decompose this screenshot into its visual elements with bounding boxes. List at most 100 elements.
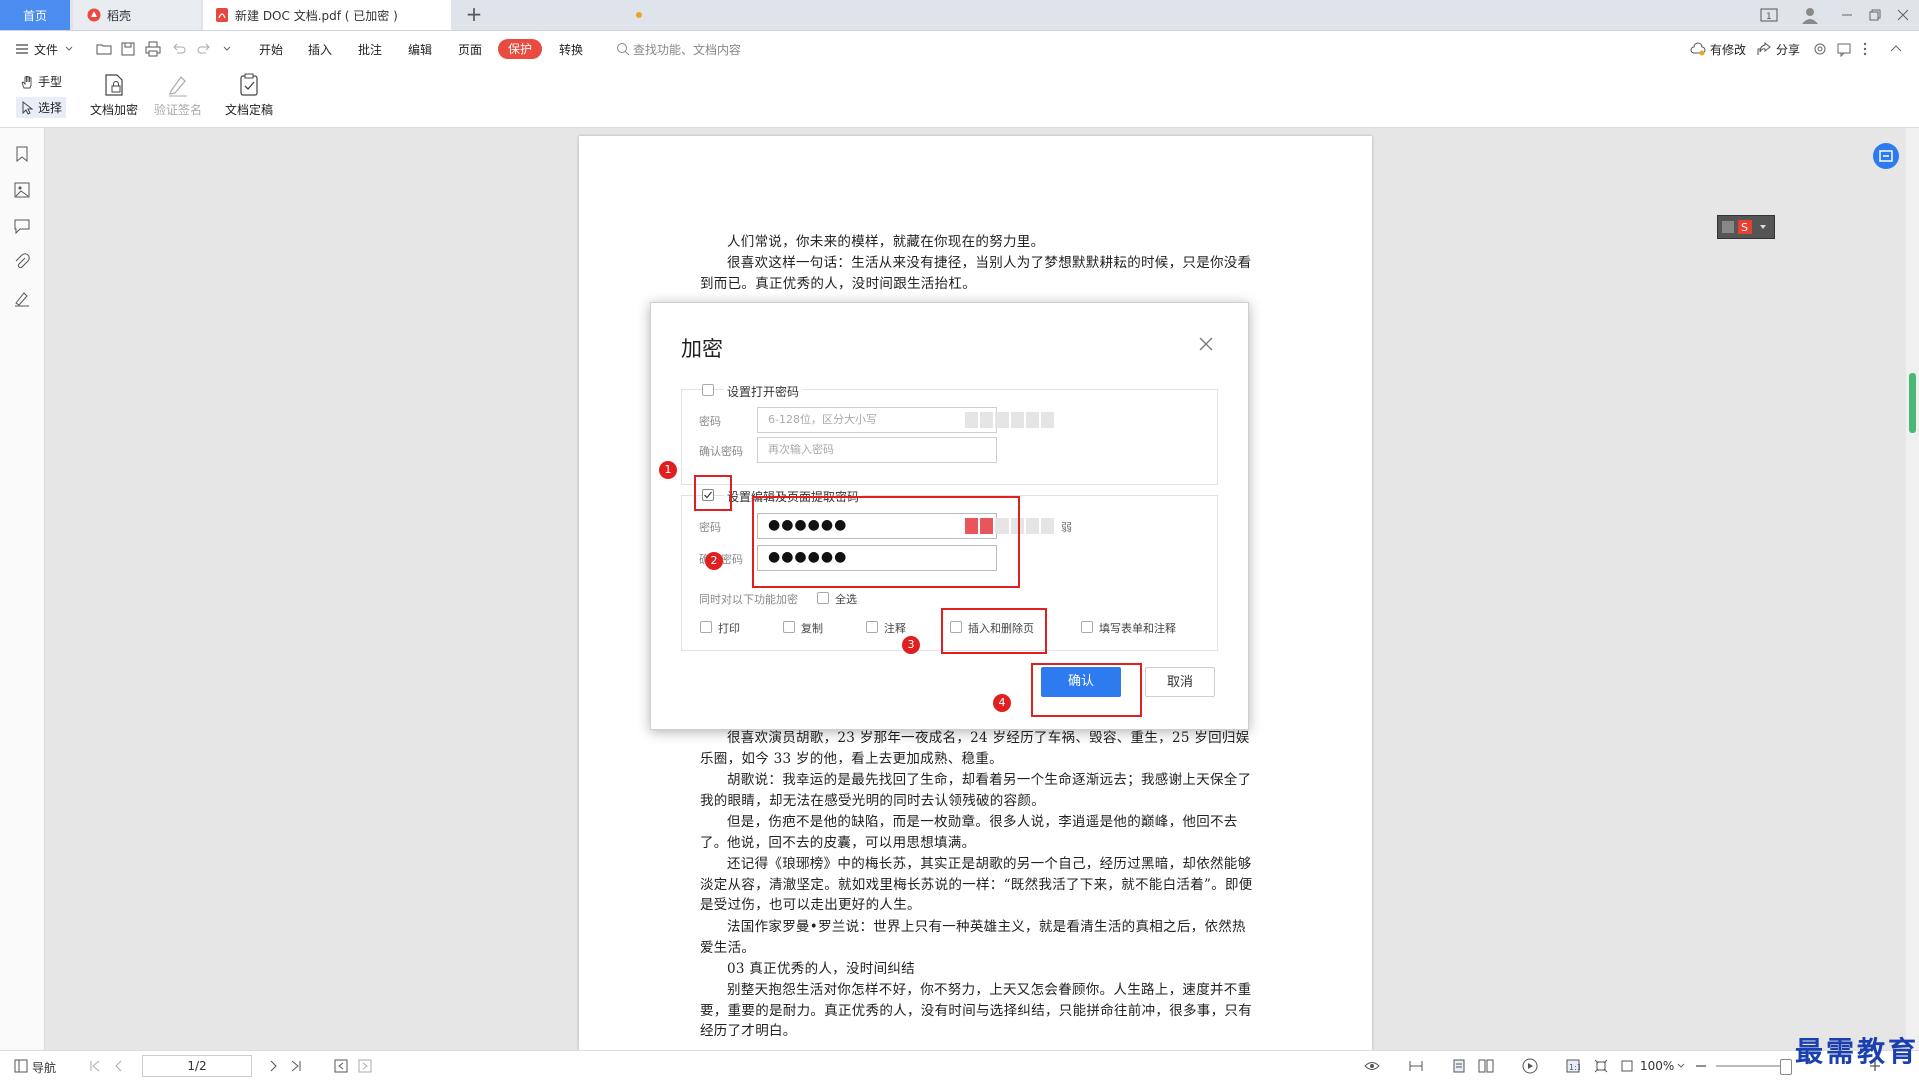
settings-icon[interactable] [1812,41,1828,57]
document-paragraph: 很喜欢演员胡歌，23 岁那年一夜成名，24 岁经历了车祸、毁容、重生，25 岁回… [700,730,1250,767]
menu-protect[interactable]: 保护 [498,39,542,59]
cloud-sync-icon[interactable] [1690,41,1706,57]
select-tool-button[interactable]: 选择 [16,97,67,118]
finalize-document-button[interactable]: 文档定稿 [225,73,273,118]
modified-status[interactable]: 有修改 [1710,41,1746,58]
open-folder-icon[interactable] [96,41,112,57]
open-confirm-input[interactable]: 再次输入密码 [757,437,997,463]
menu-file[interactable]: 文件 [34,41,58,58]
redo-icon[interactable] [196,41,212,57]
zoom-dropdown-icon[interactable] [1676,1060,1686,1072]
select-all-checkbox[interactable] [817,592,829,604]
annotation-badge-1: 1 [659,461,677,479]
forward-view-icon[interactable] [358,1059,372,1073]
collapse-ribbon-icon[interactable] [1888,41,1904,57]
document-lock-icon [105,74,123,96]
nav-panel-icon[interactable] [14,1059,28,1073]
zoom-fit-icon[interactable] [1620,1059,1634,1073]
open-confirm-field-label: 确认密码 [699,445,743,458]
page-number-input[interactable]: 1/2 [142,1055,252,1077]
hamburger-icon[interactable] [14,41,30,57]
menu-comment[interactable]: 批注 [358,41,382,58]
annotation-box-2 [752,496,1020,588]
open-password-strength-meter [965,412,1055,428]
menu-start[interactable]: 开始 [259,41,283,58]
share-button[interactable]: 分享 [1776,41,1800,58]
menu-insert[interactable]: 插入 [308,41,332,58]
new-tab-button[interactable]: + [462,3,486,27]
open-password-checkbox[interactable] [702,384,714,396]
input-method-toolbar[interactable]: S [1717,215,1775,239]
hand-icon [21,75,32,88]
more-vertical-icon[interactable] [1862,41,1868,57]
tab-document-label: 新建 DOC 文档.pdf ( 已加密 ) [235,8,398,23]
fill-forms-checkbox[interactable] [1081,621,1093,633]
zoom-slider-handle[interactable] [1780,1059,1792,1075]
print-checkbox[interactable] [700,621,712,633]
user-avatar[interactable] [1800,5,1820,25]
last-page-icon[interactable] [289,1059,303,1073]
annotation-box-1 [694,475,732,511]
two-page-icon[interactable] [1478,1059,1494,1073]
bookmark-icon[interactable] [12,144,32,164]
document-paragraph: 人们常说，你未来的模样，就藏在你现在的努力里。 [727,234,1045,250]
chevron-down-icon[interactable] [64,41,74,57]
status-bar: 导航 1/2 1:1 100% [0,1050,1919,1081]
feedback-icon[interactable] [1836,41,1852,57]
actual-size-icon[interactable]: 1:1 [1566,1059,1580,1073]
window-layout-icon[interactable]: 1 [1760,7,1778,23]
minimize-icon[interactable] [1840,8,1854,22]
single-page-icon[interactable] [1452,1059,1466,1073]
close-icon[interactable] [1197,335,1215,353]
save-icon[interactable] [120,41,136,57]
menu-page[interactable]: 页面 [458,41,482,58]
verify-signature-button[interactable]: 验证签名 [154,73,202,118]
thumbnail-icon[interactable] [12,180,32,200]
menu-convert[interactable]: 转换 [559,41,583,58]
attachment-icon[interactable] [12,252,32,272]
next-page-icon[interactable] [266,1059,280,1073]
encrypt-document-button[interactable]: 文档加密 [90,73,138,118]
eye-protection-icon[interactable] [1364,1059,1380,1073]
scrollbar-thumb[interactable] [1909,373,1916,433]
zoom-level[interactable]: 100% [1640,1059,1674,1073]
zoom-slider[interactable] [1716,1065,1788,1067]
ribbon-toolbar: 手型 选择 文档加密 验证签名 文档定稿 [0,67,1919,128]
tab-daoke[interactable]: 稻壳 [73,0,201,30]
undo-icon[interactable] [171,41,187,57]
restore-icon[interactable] [1868,8,1882,22]
select-tool-label: 选择 [38,101,63,115]
menu-edit[interactable]: 编辑 [408,41,432,58]
vertical-scrollbar[interactable] [1906,128,1919,1050]
fit-width-icon[interactable] [1408,1059,1424,1073]
edit-password-field-label: 密码 [699,521,721,534]
input-method-icon: S [1722,220,1766,234]
zoom-out-icon[interactable] [1694,1059,1708,1073]
encrypt-document-label: 文档加密 [90,103,139,117]
share-icon[interactable] [1756,41,1772,57]
search-icon[interactable] [616,41,630,57]
tab-document[interactable]: 新建 DOC 文档.pdf ( 已加密 ) [203,0,642,30]
first-page-icon[interactable] [88,1059,102,1073]
back-view-icon[interactable] [334,1059,348,1073]
cancel-button[interactable]: 取消 [1145,667,1215,697]
play-icon[interactable] [1522,1058,1538,1074]
close-window-icon[interactable] [1896,8,1910,22]
document-paragraph: 他说，回不去的皮囊，可以用思想填满。 [727,835,976,851]
tab-home[interactable]: 首页 [0,0,70,30]
copy-checkbox[interactable] [783,621,795,633]
more-chevron-icon[interactable] [222,41,232,57]
signature-pen-icon [169,76,187,97]
print-icon[interactable] [145,41,161,57]
open-password-input[interactable]: 6-128位，区分大小写 [757,407,997,433]
comment-icon[interactable] [12,216,32,236]
floating-assistant-icon[interactable] [1872,142,1900,170]
annotation-box-4 [1031,663,1142,717]
annotate-checkbox[interactable] [866,621,878,633]
hand-tool-button[interactable]: 手型 [20,73,62,90]
search-box[interactable]: 查找功能、文档内容 [633,41,741,58]
fit-page-icon[interactable] [1594,1059,1608,1073]
prev-page-icon[interactable] [112,1059,126,1073]
signature-icon[interactable] [12,288,32,308]
nav-label[interactable]: 导航 [32,1059,56,1076]
